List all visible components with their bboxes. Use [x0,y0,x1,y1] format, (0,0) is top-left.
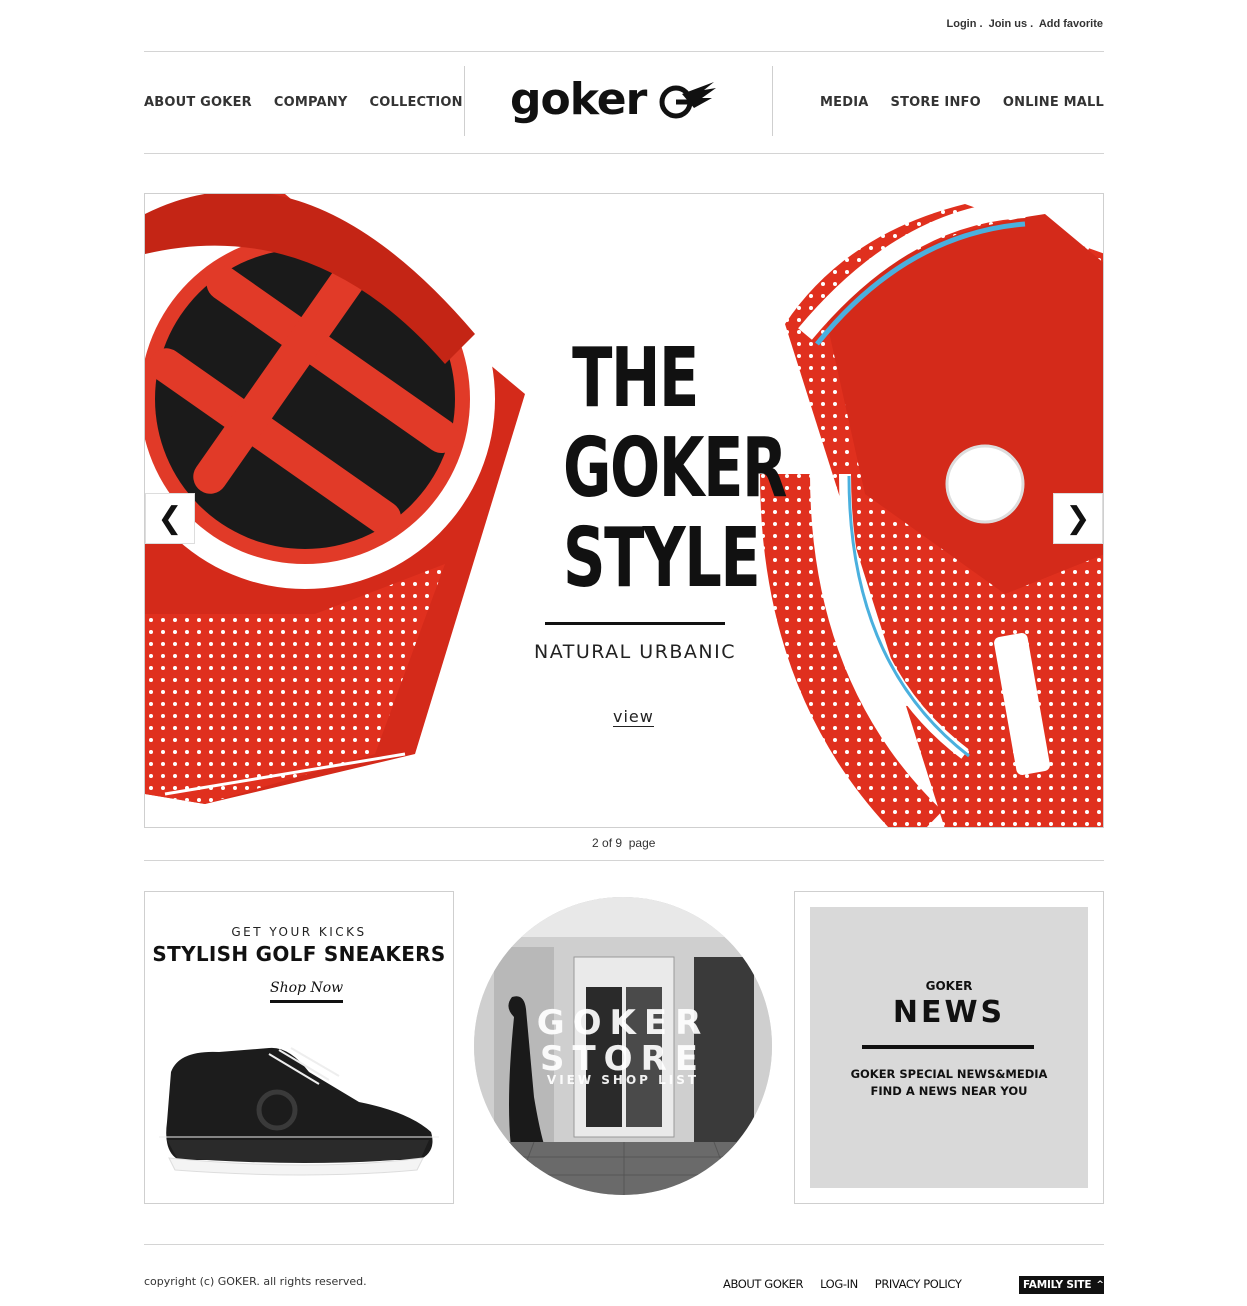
nav-divider-left [464,66,465,136]
news-line-1: GOKER SPECIAL NEWS&MEDIA [850,1067,1048,1081]
chevron-up-icon: ^ [1096,1280,1104,1290]
goker-logo[interactable]: goker [510,78,740,122]
winged-g-icon [659,82,717,119]
store-title-line-2: STORE [540,1039,706,1079]
store-banner: GOKER STORE VIEW SHOP LIST [472,891,782,1204]
pager-suffix: page [628,836,656,850]
hero-title-line-1: THE [572,331,699,426]
store-title: GOKER STORE [474,1005,772,1077]
slider-prev-button[interactable]: ❮ [145,493,195,544]
hero-view-link[interactable]: view [613,708,654,727]
main-header: ABOUT GOKER COMPANY COLLECTION goker MED… [144,52,1104,153]
hero-subtitle: NATURAL URBANIC [533,641,737,663]
family-site-label: FAMILY SITE [1023,1279,1092,1291]
header-bottom-divider [144,153,1104,154]
hero-title-line-2: GOKER [563,421,787,516]
util-separator: . [979,18,983,30]
news-rule [862,1045,1034,1049]
nav-online-mall[interactable]: ONLINE MALL [1003,95,1104,110]
hero-headline-block: THE GOKER STYLE NATURAL URBANIC [534,331,787,664]
news-title: NEWS [892,995,1006,1030]
view-shop-list-link[interactable]: VIEW SHOP LIST [474,1073,772,1087]
footer-privacy-link[interactable]: PRIVACY POLICY [875,1277,962,1291]
chevron-left-icon: ❮ [157,501,183,536]
hero-rule [545,622,725,625]
nav-right: MEDIA STORE INFO ONLINE MALL [820,52,1104,153]
nav-divider-right [772,66,773,136]
news-banner: GOKER NEWS GOKER SPECIAL NEWS&MEDIA FIND… [794,891,1104,1204]
add-favorite-link[interactable]: Add favorite [1039,18,1103,30]
pager-current: 2 [592,836,599,850]
footer-links: ABOUT GOKER LOG-IN PRIVACY POLICY [723,1277,962,1291]
pager-total: 9 [615,836,623,850]
store-title-line-1: GOKER [536,1003,710,1043]
shop-now-link[interactable]: Shop Now [270,980,344,1003]
news-box[interactable]: GOKER NEWS GOKER SPECIAL NEWS&MEDIA FIND… [810,907,1088,1188]
sneaker-banner[interactable]: GET YOUR KICKS STYLISH GOLF SNEAKERS Sho… [144,891,454,1204]
pager-of: of [602,836,613,850]
sneaker-title: STYLISH GOLF SNEAKERS [152,942,446,966]
hero-slider: THE GOKER STYLE NATURAL URBANIC view ❮ ❯ [144,193,1104,828]
slider-next-button[interactable]: ❯ [1053,493,1103,544]
logo-wordmark: goker [510,74,647,125]
store-circle[interactable]: GOKER STORE VIEW SHOP LIST [474,897,772,1195]
utility-links: Login. Join us. Add favorite [947,18,1103,30]
sneaker-image [159,1047,439,1176]
nav-media[interactable]: MEDIA [820,95,869,110]
chevron-right-icon: ❯ [1065,501,1091,536]
footer-divider [144,1244,1104,1245]
slide-pager: 2 of 9 page [592,836,655,850]
nav-left: ABOUT GOKER COMPANY COLLECTION [144,52,463,153]
hero-bottom-divider [144,860,1104,861]
nav-store-info[interactable]: STORE INFO [891,95,981,110]
hero-title-line-3: STYLE [563,511,761,606]
sneaker-kicker: GET YOUR KICKS [231,925,367,939]
news-kicker: GOKER [925,979,973,993]
footer-login-link[interactable]: LOG-IN [820,1277,858,1291]
nav-collection[interactable]: COLLECTION [369,95,462,110]
join-link[interactable]: Join us [989,18,1028,30]
login-link[interactable]: Login [947,18,977,30]
footer-about-link[interactable]: ABOUT GOKER [723,1277,803,1291]
copyright-text: copyright (c) GOKER. all rights reserved… [144,1275,367,1288]
family-site-dropdown[interactable]: FAMILY SITE ^ [1019,1276,1104,1294]
news-line-2: FIND A NEWS NEAR YOU [870,1084,1028,1098]
nav-company[interactable]: COMPANY [274,95,348,110]
util-separator: . [1030,18,1034,30]
nav-about-goker[interactable]: ABOUT GOKER [144,95,252,110]
left-bag-image [145,194,525,804]
